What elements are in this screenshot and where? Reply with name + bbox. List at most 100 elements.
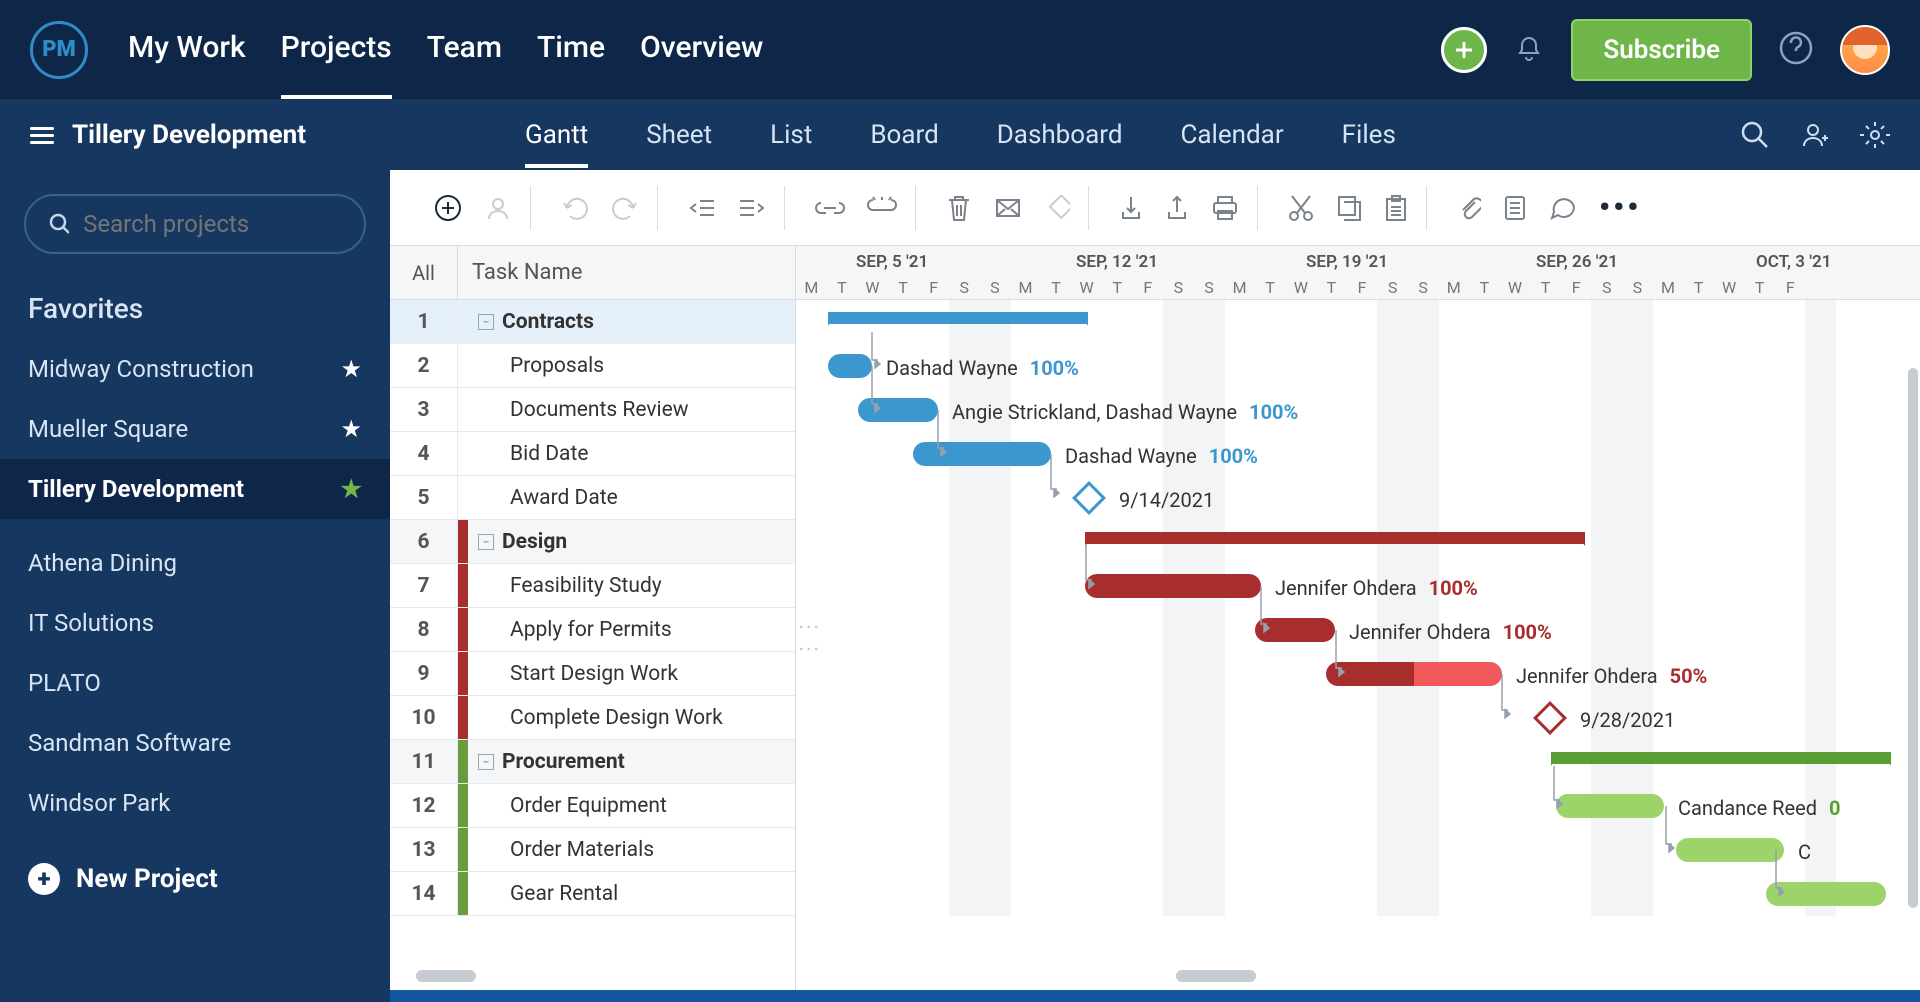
subscribe-button[interactable]: Subscribe bbox=[1571, 19, 1752, 81]
attach-icon[interactable] bbox=[1457, 194, 1481, 222]
nav-tab-time[interactable]: Time bbox=[537, 0, 605, 99]
copy-icon[interactable] bbox=[1336, 194, 1362, 222]
search-projects-input[interactable] bbox=[24, 194, 366, 254]
sidebar-item-plato[interactable]: PLATO bbox=[0, 653, 390, 713]
gantt-scrollbar[interactable] bbox=[1176, 970, 1256, 982]
gantt-task-bar[interactable] bbox=[1556, 794, 1664, 818]
col-header-all[interactable]: All bbox=[390, 246, 458, 299]
paste-icon[interactable] bbox=[1384, 194, 1408, 222]
user-avatar[interactable] bbox=[1840, 25, 1890, 75]
task-name-cell[interactable]: −Contracts bbox=[468, 300, 795, 343]
star-icon[interactable]: ★ bbox=[340, 355, 362, 383]
collapse-icon[interactable]: − bbox=[478, 754, 494, 770]
gantt-task-bar[interactable] bbox=[858, 398, 938, 422]
task-row[interactable]: 12Order Equipment bbox=[390, 784, 795, 828]
nav-tab-projects[interactable]: Projects bbox=[281, 0, 392, 99]
task-name-cell[interactable]: Award Date bbox=[468, 476, 795, 519]
task-row[interactable]: 6−Design bbox=[390, 520, 795, 564]
star-icon[interactable]: ★ bbox=[340, 415, 362, 443]
gantt-task-bar[interactable] bbox=[828, 354, 872, 378]
task-list-scrollbar[interactable] bbox=[416, 970, 476, 982]
print-icon[interactable] bbox=[1211, 194, 1239, 222]
unlink-icon[interactable] bbox=[867, 196, 897, 220]
sidebar-item-mueller-square[interactable]: Mueller Square★ bbox=[0, 399, 390, 459]
add-button[interactable] bbox=[1441, 27, 1487, 73]
task-name-cell[interactable]: Order Equipment bbox=[468, 784, 795, 827]
gantt-task-bar[interactable] bbox=[1326, 662, 1502, 686]
task-name-cell[interactable]: −Design bbox=[468, 520, 795, 563]
view-tab-sheet[interactable]: Sheet bbox=[646, 102, 712, 168]
star-icon[interactable]: ★ bbox=[340, 475, 362, 503]
task-name-cell[interactable]: Start Design Work bbox=[468, 652, 795, 695]
add-user-icon[interactable] bbox=[1800, 120, 1830, 150]
collapse-icon[interactable]: − bbox=[478, 314, 494, 330]
view-tab-dashboard[interactable]: Dashboard bbox=[997, 102, 1123, 168]
task-name-cell[interactable]: Bid Date bbox=[468, 432, 795, 475]
task-row[interactable]: 9Start Design Work bbox=[390, 652, 795, 696]
view-tab-calendar[interactable]: Calendar bbox=[1180, 102, 1283, 168]
task-row[interactable]: 11−Procurement bbox=[390, 740, 795, 784]
gantt-summary-bar[interactable] bbox=[828, 312, 1088, 324]
new-project-button[interactable]: + New Project bbox=[0, 843, 390, 915]
view-tab-files[interactable]: Files bbox=[1342, 102, 1396, 168]
task-name-cell[interactable]: Apply for Permits bbox=[468, 608, 795, 651]
view-tab-list[interactable]: List bbox=[770, 102, 812, 168]
sidebar-item-it-solutions[interactable]: IT Solutions bbox=[0, 593, 390, 653]
view-tab-gantt[interactable]: Gantt bbox=[525, 102, 588, 168]
nav-tab-my-work[interactable]: My Work bbox=[128, 0, 246, 99]
more-icon[interactable]: ••• bbox=[1599, 190, 1641, 225]
outdent-icon[interactable] bbox=[688, 194, 716, 222]
delete-icon[interactable] bbox=[946, 194, 972, 222]
app-logo[interactable]: PM bbox=[30, 21, 88, 79]
col-header-name[interactable]: Task Name bbox=[458, 246, 795, 299]
task-row[interactable]: 3Documents Review bbox=[390, 388, 795, 432]
nav-tab-team[interactable]: Team bbox=[427, 0, 502, 99]
sidebar-item-sandman-software[interactable]: Sandman Software bbox=[0, 713, 390, 773]
task-row[interactable]: 1−Contracts bbox=[390, 300, 795, 344]
add-task-icon[interactable] bbox=[434, 194, 462, 222]
task-row[interactable]: 13Order Materials bbox=[390, 828, 795, 872]
gantt-task-bar[interactable] bbox=[1676, 838, 1784, 862]
task-name-cell[interactable]: Documents Review bbox=[468, 388, 795, 431]
gantt-task-bar[interactable] bbox=[1766, 882, 1886, 906]
gantt-task-bar[interactable] bbox=[1085, 574, 1261, 598]
view-tab-board[interactable]: Board bbox=[870, 102, 938, 168]
gantt-task-bar[interactable] bbox=[1255, 618, 1335, 642]
gantt-summary-bar[interactable] bbox=[1551, 752, 1891, 764]
gantt-summary-bar[interactable] bbox=[1085, 532, 1585, 544]
indent-icon[interactable] bbox=[738, 194, 766, 222]
task-name-cell[interactable]: Feasibility Study bbox=[468, 564, 795, 607]
sidebar-item-athena-dining[interactable]: Athena Dining bbox=[0, 533, 390, 593]
gantt-chart[interactable]: ⋮⋮ MTWTFSSMTWTFSSMTWTFSSMTWTFSSMTWTF SEP… bbox=[796, 246, 1920, 990]
task-row[interactable]: 5Award Date bbox=[390, 476, 795, 520]
task-name-cell[interactable]: Complete Design Work bbox=[468, 696, 795, 739]
gantt-milestone[interactable] bbox=[1533, 701, 1567, 735]
link-icon[interactable] bbox=[815, 198, 845, 218]
search-projects-field[interactable] bbox=[83, 210, 342, 238]
task-row[interactable]: 8Apply for Permits bbox=[390, 608, 795, 652]
task-row[interactable]: 10Complete Design Work bbox=[390, 696, 795, 740]
task-name-cell[interactable]: Order Materials bbox=[468, 828, 795, 871]
sidebar-item-windsor-park[interactable]: Windsor Park bbox=[0, 773, 390, 833]
gantt-task-bar[interactable] bbox=[913, 442, 1051, 466]
task-row[interactable]: 4Bid Date bbox=[390, 432, 795, 476]
settings-icon[interactable] bbox=[1860, 120, 1890, 150]
cut-icon[interactable] bbox=[1288, 194, 1314, 222]
collapse-icon[interactable]: − bbox=[478, 534, 494, 550]
task-row[interactable]: 7Feasibility Study bbox=[390, 564, 795, 608]
task-row[interactable]: 14Gear Rental bbox=[390, 872, 795, 916]
task-row[interactable]: 2Proposals bbox=[390, 344, 795, 388]
task-name-cell[interactable]: −Procurement bbox=[468, 740, 795, 783]
notifications-icon[interactable] bbox=[1513, 32, 1545, 68]
sidebar-item-midway-construction[interactable]: Midway Construction★ bbox=[0, 339, 390, 399]
gantt-body[interactable]: Dashad Wayne100%Angie Strickland, Dashad… bbox=[796, 300, 1920, 916]
sidebar-item-tillery-development[interactable]: Tillery Development★ bbox=[0, 459, 390, 519]
task-name-cell[interactable]: Proposals bbox=[468, 344, 795, 387]
import-icon[interactable] bbox=[1119, 194, 1143, 222]
nav-tab-overview[interactable]: Overview bbox=[640, 0, 763, 99]
notes-icon[interactable] bbox=[1503, 194, 1527, 222]
gantt-milestone[interactable] bbox=[1072, 481, 1106, 515]
comment-icon[interactable] bbox=[1549, 195, 1577, 221]
help-icon[interactable] bbox=[1778, 30, 1814, 70]
menu-icon[interactable] bbox=[30, 127, 54, 144]
